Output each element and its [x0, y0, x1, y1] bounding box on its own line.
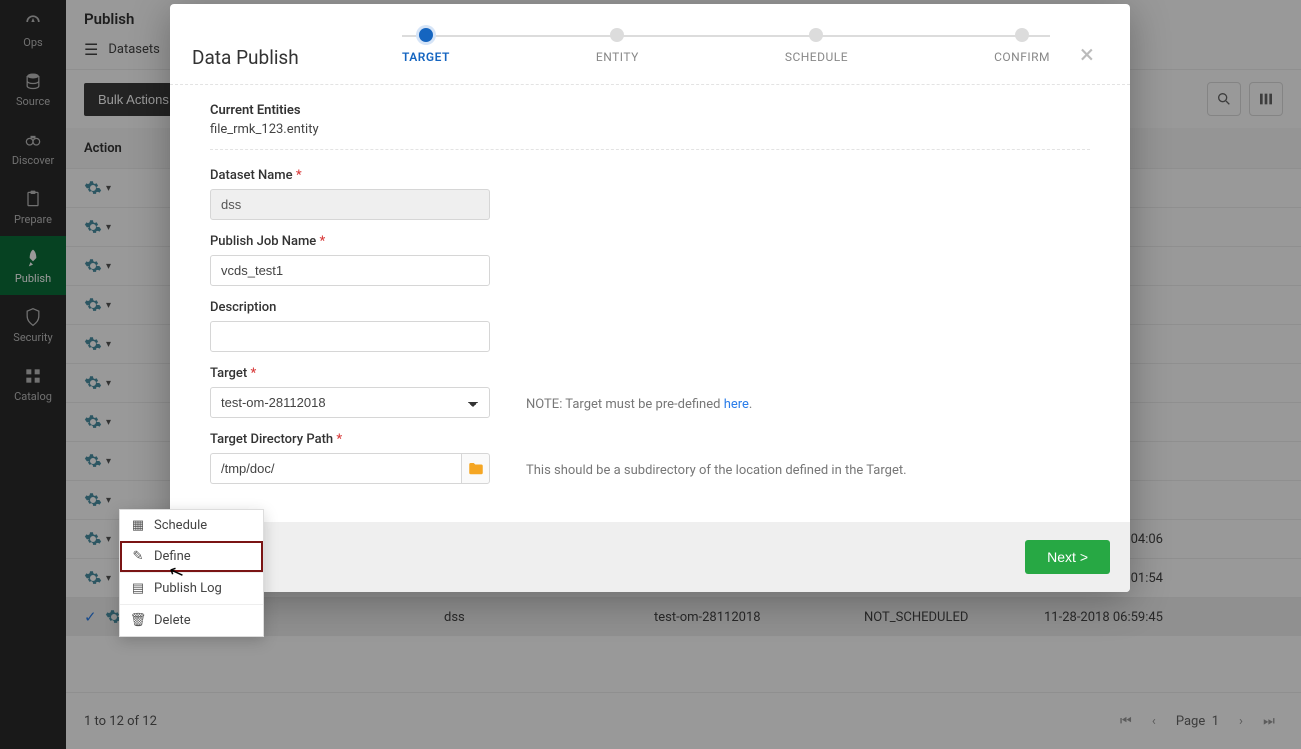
- calendar-icon: ▦: [130, 518, 146, 533]
- trash-icon: 🗑: [130, 613, 146, 628]
- job-name-input[interactable]: [210, 255, 490, 286]
- step-confirm[interactable]: CONFIRM: [994, 28, 1050, 64]
- menu-define[interactable]: ✎Define: [120, 541, 263, 572]
- step-entity[interactable]: ENTITY: [596, 28, 639, 64]
- target-note-link[interactable]: here: [724, 397, 749, 412]
- path-label: Target Directory Path *: [210, 432, 490, 447]
- target-path-input[interactable]: [210, 453, 461, 484]
- target-select[interactable]: test-om-28112018: [210, 387, 490, 418]
- row-action-menu: ▦Schedule ✎Define ▤Publish Log 🗑Delete: [119, 509, 264, 637]
- step-schedule[interactable]: SCHEDULE: [785, 28, 848, 64]
- next-button[interactable]: Next >: [1025, 540, 1110, 574]
- description-label: Description: [210, 300, 490, 315]
- step-target[interactable]: TARGET: [402, 28, 450, 64]
- menu-schedule[interactable]: ▦Schedule: [120, 510, 263, 541]
- path-help: This should be a subdirectory of the loc…: [526, 463, 907, 484]
- target-label: Target *: [210, 366, 490, 381]
- dataset-name-input: [210, 189, 490, 220]
- description-input[interactable]: [210, 321, 490, 352]
- target-note: NOTE: Target must be pre-defined here.: [526, 397, 752, 418]
- job-name-label: Publish Job Name *: [210, 234, 490, 249]
- menu-publish-log[interactable]: ▤Publish Log: [120, 572, 263, 604]
- close-icon[interactable]: ×: [1080, 42, 1108, 70]
- browse-folder-button[interactable]: [461, 453, 490, 484]
- menu-delete[interactable]: 🗑Delete: [120, 604, 263, 636]
- pencil-icon: ✎: [130, 549, 146, 564]
- list-icon: ▤: [130, 581, 146, 596]
- data-publish-modal: Data Publish TARGET ENTITY SCHEDULE CONF…: [170, 4, 1130, 592]
- modal-title: Data Publish: [192, 46, 372, 69]
- dataset-name-label: Dataset Name *: [210, 168, 490, 183]
- stepper: TARGET ENTITY SCHEDULE CONFIRM: [402, 24, 1050, 64]
- current-entities-value: file_rmk_123.entity: [210, 122, 1090, 137]
- current-entities-label: Current Entities: [210, 103, 1090, 118]
